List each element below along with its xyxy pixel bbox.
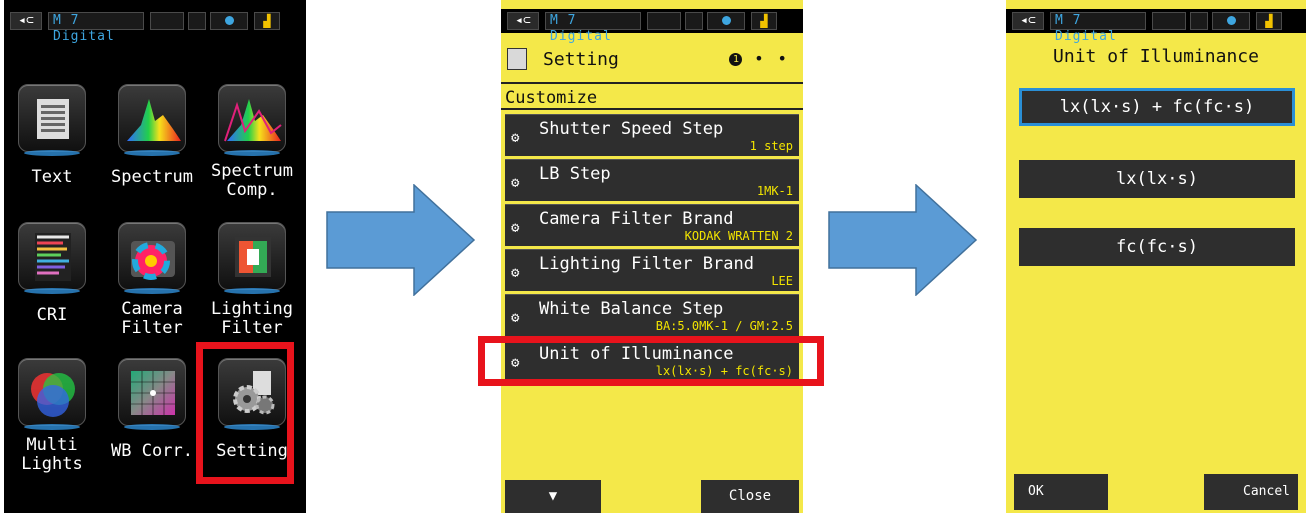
- menu-tile-lighting-filter[interactable]: Lighting Filter: [204, 222, 300, 352]
- arrow-right-icon: [828, 184, 978, 296]
- tile-label: Camera Filter: [121, 299, 183, 338]
- unit-option-lx-and-fc[interactable]: lx(lx·s) + fc(fc·s): [1019, 88, 1295, 126]
- tile-label: WB Corr.: [111, 441, 193, 461]
- tile-label: Spectrum: [111, 167, 193, 187]
- setting-item-value: 1 step: [749, 139, 793, 153]
- tile-label: Multi Lights: [21, 435, 83, 474]
- multi-lights-icon: [18, 358, 86, 426]
- sensor-icon: [1212, 12, 1250, 30]
- battery-icon: ▟: [751, 12, 777, 30]
- usb-icon: ◂⊂: [507, 12, 539, 30]
- spectrum-icon: [118, 84, 186, 152]
- menu-tile-spectrum[interactable]: Spectrum: [104, 84, 200, 214]
- highlight-setting-tile: [196, 342, 294, 484]
- tile-glow: [124, 288, 180, 294]
- setting-item-white-balance-step[interactable]: ⚙ White Balance Step BA:5.0MK-1 / GM:2.5: [505, 294, 799, 336]
- unit-option-lx[interactable]: lx(lx·s): [1019, 160, 1295, 198]
- status-cell: [1190, 12, 1208, 30]
- tile-label: CRI: [36, 305, 68, 325]
- tile-label: Text: [31, 167, 73, 187]
- setting-item-lighting-filter-brand[interactable]: ⚙ Lighting Filter Brand LEE: [505, 249, 799, 291]
- tile-glow: [24, 424, 80, 430]
- sensor-icon: [707, 12, 745, 30]
- unit-selection-screen: ◂⊂ M 7 Digital ▟ Unit of Illuminance lx(…: [1006, 0, 1306, 513]
- page-indicator: 1 • •: [729, 49, 789, 68]
- setting-item-value: 1MK-1: [756, 184, 793, 198]
- menu-tile-wb-corr[interactable]: WB Corr.: [104, 358, 200, 488]
- setting-item-camera-filter-brand[interactable]: ⚙ Camera Filter Brand KODAK WRATTEN 2: [505, 204, 799, 246]
- current-page: 1: [729, 53, 743, 66]
- mode-indicator: M 7 Digital: [1050, 12, 1146, 44]
- battery-icon: ▟: [1256, 12, 1282, 30]
- close-button[interactable]: Close: [701, 480, 799, 513]
- setting-item-label: LB Step: [539, 164, 611, 184]
- gear-icon: ⚙: [511, 175, 520, 191]
- tile-glow: [24, 288, 80, 294]
- section-heading: Customize: [505, 88, 598, 108]
- gear-icon: ⚙: [511, 265, 520, 281]
- menu-tile-text[interactable]: Text: [4, 84, 100, 214]
- tile-label: Spectrum Comp.: [211, 161, 293, 200]
- camera-filter-icon: [118, 222, 186, 290]
- gear-icon: ⚙: [511, 130, 520, 146]
- status-cell: [1152, 12, 1186, 30]
- setting-item-label: Shutter Speed Step: [539, 119, 724, 139]
- unit-option-fc[interactable]: fc(fc·s): [1019, 228, 1295, 266]
- divider: [501, 82, 803, 84]
- ok-button[interactable]: OK: [1014, 474, 1108, 510]
- tile-glow: [124, 424, 180, 430]
- tile-glow: [224, 150, 280, 156]
- cancel-button[interactable]: Cancel: [1204, 474, 1298, 510]
- menu-tile-camera-filter[interactable]: Camera Filter: [104, 222, 200, 352]
- setting-item-value: KODAK WRATTEN 2: [684, 229, 793, 243]
- tile-label: Lighting Filter: [211, 299, 293, 338]
- tile-glow: [224, 288, 280, 294]
- status-cell: [150, 12, 184, 30]
- arrow-right-icon: [326, 184, 476, 296]
- status-bar: ◂⊂ M 7 Digital ▟: [1006, 9, 1306, 44]
- menu-tile-multi-lights[interactable]: Multi Lights: [4, 358, 100, 488]
- settings-gear-icon: [507, 48, 527, 70]
- gear-icon: ⚙: [511, 310, 520, 326]
- page-title: Unit of Illuminance: [1053, 46, 1259, 67]
- tile-glow: [24, 150, 80, 156]
- page-title: Setting: [543, 49, 619, 70]
- status-cell: [685, 12, 703, 30]
- setting-item-label: Camera Filter Brand: [539, 209, 734, 229]
- settings-screen: ◂⊂ M 7 Digital ▟ Setting 1 • • Customize…: [501, 0, 803, 513]
- gear-icon: ⚙: [511, 220, 520, 236]
- lighting-filter-icon: [218, 222, 286, 290]
- setting-item-lb-step[interactable]: ⚙ LB Step 1MK-1: [505, 159, 799, 201]
- status-bar: ◂⊂ M 7 Digital ▟: [501, 9, 803, 44]
- usb-icon: ◂⊂: [1012, 12, 1044, 30]
- mode-indicator: M 7 Digital: [48, 12, 144, 44]
- setting-item-shutter-speed-step[interactable]: ⚙ Shutter Speed Step 1 step: [505, 114, 799, 156]
- status-bar: ◂⊂ M 7 Digital ▟: [4, 9, 306, 44]
- tile-glow: [124, 150, 180, 156]
- setting-item-label: Lighting Filter Brand: [539, 254, 754, 274]
- text-icon: [18, 84, 86, 152]
- mode-indicator: M 7 Digital: [545, 12, 641, 44]
- menu-tile-cri[interactable]: CRI: [4, 222, 100, 352]
- highlight-unit-of-illuminance: [478, 336, 824, 386]
- setting-item-value: BA:5.0MK-1 / GM:2.5: [655, 319, 793, 333]
- sensor-icon: [210, 12, 248, 30]
- status-cell: [188, 12, 206, 30]
- divider: [501, 108, 803, 110]
- page-dots: • •: [754, 49, 789, 68]
- cri-icon: [18, 222, 86, 290]
- spectrum-comp-icon: [218, 84, 286, 152]
- wb-corr-icon: [118, 358, 186, 426]
- settings-header: Setting 1 • •: [501, 40, 803, 78]
- scroll-down-button[interactable]: ▼: [505, 480, 601, 513]
- setting-item-label: White Balance Step: [539, 299, 724, 319]
- menu-tile-spectrum-comp[interactable]: Spectrum Comp.: [204, 84, 300, 214]
- status-cell: [647, 12, 681, 30]
- setting-item-value: LEE: [771, 274, 793, 288]
- battery-icon: ▟: [254, 12, 280, 30]
- usb-icon: ◂⊂: [10, 12, 42, 30]
